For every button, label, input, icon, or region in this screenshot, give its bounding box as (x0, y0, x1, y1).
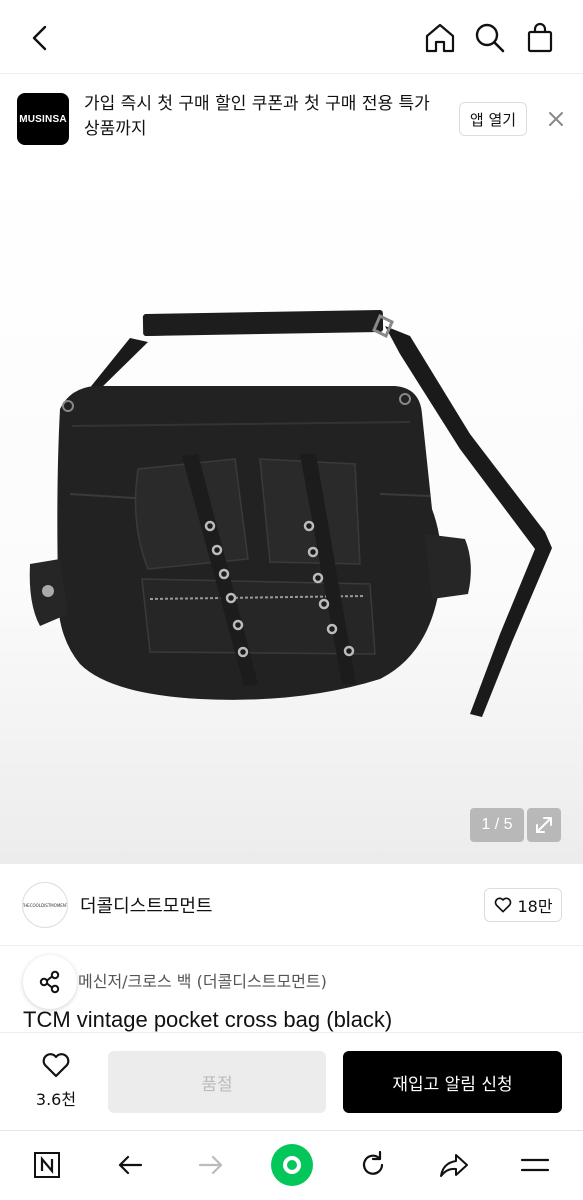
back-arrow-icon[interactable] (110, 1145, 150, 1185)
refresh-icon[interactable] (353, 1145, 393, 1185)
browser-nav-bar (0, 1130, 583, 1200)
share-icon[interactable] (434, 1145, 474, 1185)
image-counter: 1 / 5 (470, 808, 524, 842)
forward-arrow-icon (191, 1145, 231, 1185)
brand-like-button[interactable]: 18만 (484, 888, 562, 922)
wishlist-heart-icon[interactable] (34, 1051, 78, 1081)
heart-outline-icon (495, 897, 512, 913)
expand-icon[interactable] (527, 808, 561, 842)
musinsa-logo: MUSINSA (17, 93, 69, 145)
open-app-button[interactable]: 앱 열기 (459, 102, 527, 136)
shopping-bag-icon[interactable] (522, 20, 558, 56)
app-promo-banner: MUSINSA 가입 즉시 첫 구매 할인 쿠폰과 첫 구매 전용 특가 상품까… (0, 74, 583, 164)
chevron-left-icon[interactable] (22, 20, 58, 56)
purchase-action-bar: 3.6천 품절 재입고 알림 신청 (0, 1032, 583, 1130)
search-icon[interactable] (472, 20, 508, 56)
product-title: TCM vintage pocket cross bag (black) (23, 1007, 393, 1032)
product-category[interactable]: 메신저/크로스 백 (더콜디스트모먼트) (78, 968, 327, 992)
restock-alert-button[interactable]: 재입고 알림 신청 (343, 1051, 562, 1113)
naver-icon[interactable] (27, 1145, 67, 1185)
close-icon[interactable] (543, 106, 569, 132)
product-photo-bag (29, 309, 552, 717)
top-bar (0, 0, 583, 74)
soldout-button: 품절 (108, 1051, 326, 1113)
brand-name[interactable]: 더콜디스트모먼트 (80, 892, 212, 918)
menu-icon[interactable] (515, 1145, 555, 1185)
wishlist-count: 3.6천 (35, 1090, 77, 1109)
banner-message: 가입 즉시 첫 구매 할인 쿠폰과 첫 구매 전용 특가 상품까지 (84, 94, 430, 139)
brand-row[interactable]: THECOOLDISTMOMENT 더콜디스트모먼트 18만 (0, 864, 583, 946)
green-dot-icon[interactable] (270, 1143, 314, 1187)
brand-logo: THECOOLDISTMOMENT (22, 882, 68, 928)
product-image-gallery[interactable]: 1 / 5 (0, 164, 583, 864)
share-icon[interactable] (23, 955, 77, 1009)
home-icon[interactable] (422, 20, 458, 56)
brand-like-count: 18만 (517, 897, 553, 916)
